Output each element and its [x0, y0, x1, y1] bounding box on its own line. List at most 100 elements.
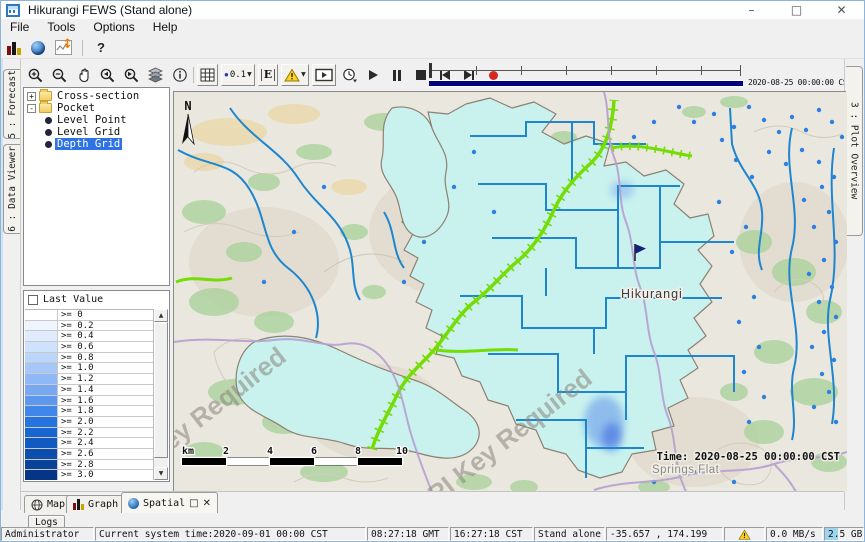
color-swatch	[25, 428, 58, 438]
close-tab-icon[interactable]: ✕	[203, 498, 211, 509]
tree-item-level-grid[interactable]: Level Grid	[24, 126, 169, 138]
map-viewport[interactable]: N API Key Required API Key Required km 2…	[173, 91, 846, 491]
color-swatch	[25, 342, 58, 352]
svg-text:8: 8	[355, 446, 361, 457]
legend-row[interactable]: >= 1.0	[25, 363, 153, 374]
pause-button[interactable]	[387, 64, 408, 86]
collapse-icon[interactable]: -	[27, 104, 36, 113]
tab-spatial[interactable]: Spatial □ ✕	[121, 492, 218, 513]
play-button[interactable]	[363, 64, 384, 86]
legend-row[interactable]: >= 1.2	[25, 374, 153, 385]
left-tab-strip: 5 : Forecast 6 : Data Viewer	[1, 59, 21, 510]
legend-row[interactable]: >= 0.2	[25, 321, 153, 332]
legend-row[interactable]: >= 1.4	[25, 385, 153, 396]
main-toolbar: ↕ ?	[1, 37, 864, 59]
node-bullet-icon	[45, 117, 52, 124]
folder-icon	[39, 103, 52, 113]
place-label-hikurangi: Hikurangi	[621, 287, 683, 301]
svg-text:km: km	[182, 446, 194, 457]
scroll-up-icon[interactable]: ▲	[154, 309, 168, 322]
scrollbar-thumb[interactable]	[154, 322, 168, 458]
help-icon[interactable]: ?	[93, 40, 105, 55]
color-swatch	[25, 460, 58, 470]
svg-text:N: N	[184, 99, 191, 113]
timer-settings-icon[interactable]	[339, 64, 360, 86]
legend-row[interactable]: >= 2.2	[25, 428, 153, 439]
window-title: Hikurangi FEWS (Stand alone)	[28, 3, 192, 17]
last-value-checkbox[interactable]	[28, 295, 38, 305]
globe-icon[interactable]	[31, 41, 45, 55]
legend-row[interactable]: >= 1.6	[25, 396, 153, 407]
label-e-icon: E	[261, 69, 275, 81]
color-swatch	[25, 438, 58, 448]
tree-item-level-point[interactable]: Level Point	[24, 114, 169, 126]
zoom-previous-icon[interactable]	[97, 64, 118, 86]
bar-chart-icon	[73, 499, 84, 510]
grid-display-button[interactable]	[197, 64, 218, 86]
zoom-next-icon[interactable]	[121, 64, 142, 86]
tab-graph[interactable]: Graph	[66, 495, 125, 513]
legend-row[interactable]: >= 0.4	[25, 331, 153, 342]
warning-icon	[738, 529, 751, 540]
labels-toggle-button[interactable]: E	[258, 64, 278, 86]
legend-row[interactable]: >= 2.4	[25, 438, 153, 449]
menu-help[interactable]: Help	[144, 19, 187, 36]
legend-row[interactable]: >= 2.8	[25, 460, 153, 471]
timeseries-chart-icon[interactable]: ↕	[55, 40, 72, 55]
legend-row[interactable]: >= 1.8	[25, 406, 153, 417]
tab-data-viewer[interactable]: 6 : Data Viewer	[3, 144, 20, 234]
contour-interval-dropdown[interactable]: ● 0.1 ▼	[221, 64, 255, 86]
tab-plot-overview[interactable]: 3 : Plot Overview	[846, 66, 863, 236]
time-slider-track[interactable]	[431, 70, 741, 71]
legend-row[interactable]: >= 2.0	[25, 417, 153, 428]
animation-panel-button[interactable]	[312, 64, 336, 86]
legend-row[interactable]: >= 0	[25, 310, 153, 321]
forecasts-icon[interactable]	[7, 41, 21, 55]
maximize-tab-icon[interactable]: □	[189, 498, 198, 509]
legend-row[interactable]: >= 2.6	[25, 449, 153, 460]
tree-item-pocket[interactable]: - Pocket	[24, 102, 169, 114]
status-warning-cell[interactable]	[724, 527, 765, 541]
menu-file[interactable]: File	[1, 19, 38, 36]
svg-text:4: 4	[267, 446, 273, 457]
time-slider[interactable]	[429, 62, 743, 88]
bottom-tab-bar: Map Graph Spatial □ ✕	[21, 491, 844, 512]
place-label-springs-flat: Springs Flat	[652, 464, 720, 476]
status-mode: Stand alone	[534, 527, 605, 541]
flood-map[interactable]: N API Key Required API Key Required km 2…	[174, 92, 847, 492]
zoom-out-icon[interactable]	[49, 64, 70, 86]
color-swatch	[25, 331, 58, 341]
app-window: Hikurangi FEWS (Stand alone) – □ ✕ File …	[0, 0, 865, 542]
tab-map[interactable]: Map	[24, 495, 72, 513]
legend-scrollbar[interactable]: ▲ ▼	[153, 309, 168, 480]
zoom-in-icon[interactable]	[25, 64, 46, 86]
pan-hand-icon[interactable]	[73, 64, 94, 86]
info-icon[interactable]	[169, 64, 190, 86]
node-bullet-icon	[45, 141, 52, 148]
time-span-bar	[429, 81, 743, 86]
folder-icon	[39, 91, 52, 101]
warning-threshold-dropdown[interactable]: ▼	[281, 64, 309, 86]
maximize-icon[interactable]: □	[774, 1, 819, 19]
time-slider-thumb[interactable]	[429, 63, 432, 78]
color-swatch	[25, 449, 58, 459]
legend-row[interactable]: >= 0.6	[25, 342, 153, 353]
color-swatch	[25, 374, 58, 384]
minimize-icon[interactable]: –	[729, 1, 774, 19]
color-swatch	[25, 470, 58, 480]
tree-item-depth-grid[interactable]: Depth Grid	[24, 138, 169, 150]
legend-row[interactable]: >= 3.0	[25, 470, 153, 480]
chart-arrow-icon: ↕	[62, 38, 73, 51]
right-tab-strip: 3 : Plot Overview	[844, 59, 864, 510]
tab-forecast[interactable]: 5 : Forecast	[3, 69, 20, 139]
layers-icon[interactable]	[145, 64, 166, 86]
scroll-down-icon[interactable]: ▼	[154, 467, 168, 480]
menu-options[interactable]: Options	[84, 19, 143, 36]
menu-tools[interactable]: Tools	[38, 19, 84, 36]
expand-icon[interactable]: +	[27, 92, 36, 101]
wire-globe-icon	[31, 499, 43, 511]
svg-text:2: 2	[223, 446, 229, 457]
close-icon[interactable]: ✕	[819, 1, 864, 19]
separator	[82, 40, 83, 56]
legend-row[interactable]: >= 0.8	[25, 353, 153, 364]
